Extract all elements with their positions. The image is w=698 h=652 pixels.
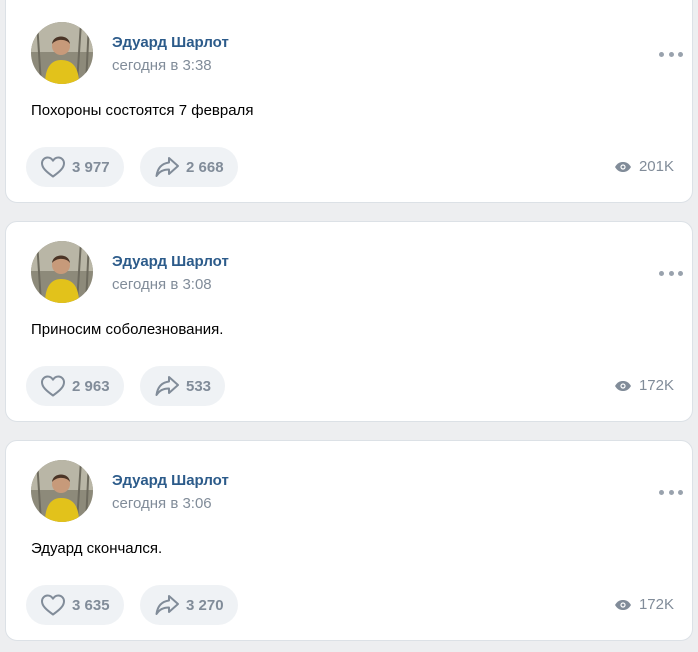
feed: Эдуард Шарлот сегодня в 3:38 Похороны со… <box>0 0 698 652</box>
post-time[interactable]: сегодня в 3:38 <box>112 57 212 74</box>
share-button[interactable]: 533 <box>140 366 226 406</box>
author-avatar[interactable] <box>31 22 93 84</box>
like-count: 2 963 <box>72 377 110 395</box>
views-count: 201K <box>638 158 674 175</box>
eye-icon <box>614 599 632 611</box>
share-count: 533 <box>186 377 212 395</box>
views-count: 172K <box>638 377 674 394</box>
post-header: Эдуард Шарлот сегодня в 3:06 <box>31 460 683 524</box>
author-name[interactable]: Эдуард Шарлот <box>112 472 229 489</box>
author-avatar[interactable] <box>31 460 93 522</box>
eye-icon <box>614 380 632 392</box>
more-dots-icon[interactable] <box>659 48 683 60</box>
like-button[interactable]: 2 963 <box>26 366 124 406</box>
share-count: 2 668 <box>186 158 224 176</box>
like-count: 3 977 <box>72 158 110 176</box>
views-count: 172K <box>638 596 674 613</box>
heart-icon <box>40 374 66 398</box>
like-button[interactable]: 3 635 <box>26 585 124 625</box>
share-button[interactable]: 2 668 <box>140 147 238 187</box>
heart-icon <box>40 593 66 617</box>
share-button[interactable]: 3 270 <box>140 585 238 625</box>
like-count: 3 635 <box>72 596 110 614</box>
views-counter: 172K <box>614 377 674 394</box>
heart-icon <box>40 155 66 179</box>
author-name[interactable]: Эдуард Шарлот <box>112 34 229 51</box>
share-arrow-icon <box>154 593 180 617</box>
post-time[interactable]: сегодня в 3:08 <box>112 276 212 293</box>
views-counter: 201K <box>614 158 674 175</box>
post-header: Эдуард Шарлот сегодня в 3:38 <box>31 22 683 86</box>
post-card: Эдуард Шарлот сегодня в 3:06 Эдуард скон… <box>5 440 693 641</box>
author-avatar[interactable] <box>31 241 93 303</box>
post-actions: 3 635 3 270 172K <box>26 585 674 625</box>
post-card: Эдуард Шарлот сегодня в 3:08 Приносим со… <box>5 221 693 422</box>
views-counter: 172K <box>614 596 674 613</box>
share-arrow-icon <box>154 374 180 398</box>
share-arrow-icon <box>154 155 180 179</box>
share-count: 3 270 <box>186 596 224 614</box>
post-actions: 3 977 2 668 201K <box>26 147 674 187</box>
post-card: Эдуард Шарлот сегодня в 3:38 Похороны со… <box>5 0 693 203</box>
like-button[interactable]: 3 977 <box>26 147 124 187</box>
eye-icon <box>614 161 632 173</box>
post-header: Эдуард Шарлот сегодня в 3:08 <box>31 241 683 305</box>
more-dots-icon[interactable] <box>659 267 683 279</box>
post-text: Эдуард скончался. <box>31 540 163 557</box>
author-name[interactable]: Эдуард Шарлот <box>112 253 229 270</box>
post-text: Похороны состоятся 7 февраля <box>31 102 254 119</box>
post-actions: 2 963 533 172K <box>26 366 674 406</box>
post-time[interactable]: сегодня в 3:06 <box>112 495 212 512</box>
more-dots-icon[interactable] <box>659 486 683 498</box>
post-text: Приносим соболезнования. <box>31 321 224 338</box>
